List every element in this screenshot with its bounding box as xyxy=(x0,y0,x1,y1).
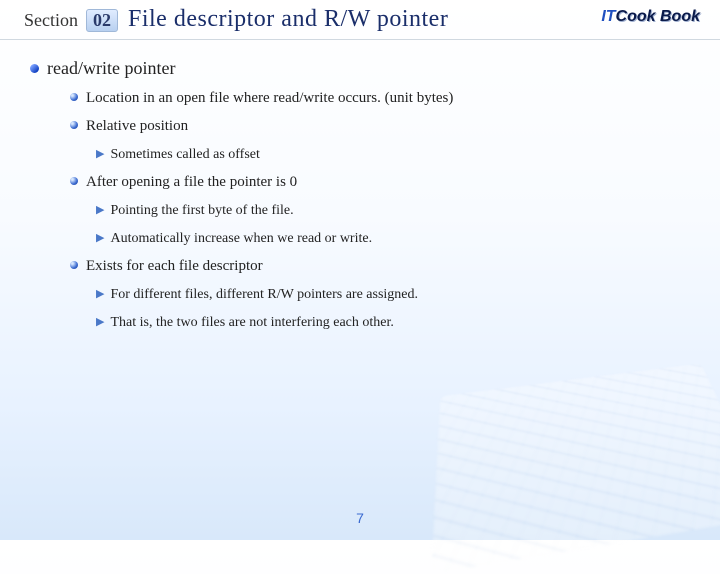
sub-item: ▶ Automatically increase when we read or … xyxy=(96,229,690,247)
section-label: Section xyxy=(24,10,78,31)
sub-item: ▶ For different files, different R/W poin… xyxy=(96,285,690,303)
item-text: Location in an open file where read/writ… xyxy=(86,90,453,106)
sub-text: That is, the two files are not interferi… xyxy=(110,315,393,330)
arrow-bullet-icon: ▶ xyxy=(96,232,104,244)
sub-text: Pointing the first byte of the file. xyxy=(110,203,293,218)
brand-logo: ITCook Book xyxy=(601,8,700,26)
sub-item: ▶ Sometimes called as offset xyxy=(96,145,690,163)
item-text: Relative position xyxy=(86,118,188,134)
sphere-bullet-icon xyxy=(70,93,78,101)
slide-content: read/write pointer Location in an open f… xyxy=(0,40,720,331)
arrow-bullet-icon: ▶ xyxy=(96,288,104,300)
bullet-icon xyxy=(30,64,39,73)
sub-item: ▶ Pointing the first byte of the file. xyxy=(96,201,690,219)
list-item: After opening a file the pointer is 0 xyxy=(70,173,690,191)
sub-text: For different files, different R/W point… xyxy=(110,287,418,302)
sub-item: ▶ That is, the two files are not interfer… xyxy=(96,313,690,331)
list-item: Exists for each file descriptor xyxy=(70,257,690,275)
section-title: File descriptor and R/W pointer xyxy=(128,6,448,33)
sphere-bullet-icon xyxy=(70,177,78,185)
arrow-bullet-icon: ▶ xyxy=(96,204,104,216)
arrow-bullet-icon: ▶ xyxy=(96,316,104,328)
section-number: 02 xyxy=(86,9,118,32)
logo-cookbook: Cook Book xyxy=(616,8,700,25)
heading-row: read/write pointer xyxy=(30,58,690,79)
logo-it: IT xyxy=(601,8,615,25)
sphere-bullet-icon xyxy=(70,261,78,269)
arrow-bullet-icon: ▶ xyxy=(96,148,104,160)
sub-text: Sometimes called as offset xyxy=(110,147,259,162)
sub-text: Automatically increase when we read or w… xyxy=(110,231,372,246)
item-text: Exists for each file descriptor xyxy=(86,258,263,274)
sphere-bullet-icon xyxy=(70,121,78,129)
item-text: After opening a file the pointer is 0 xyxy=(86,174,297,190)
list-item: Relative position xyxy=(70,117,690,135)
page-number: 7 xyxy=(0,510,720,526)
heading-text: read/write pointer xyxy=(47,58,175,78)
list-item: Location in an open file where read/writ… xyxy=(70,89,690,107)
